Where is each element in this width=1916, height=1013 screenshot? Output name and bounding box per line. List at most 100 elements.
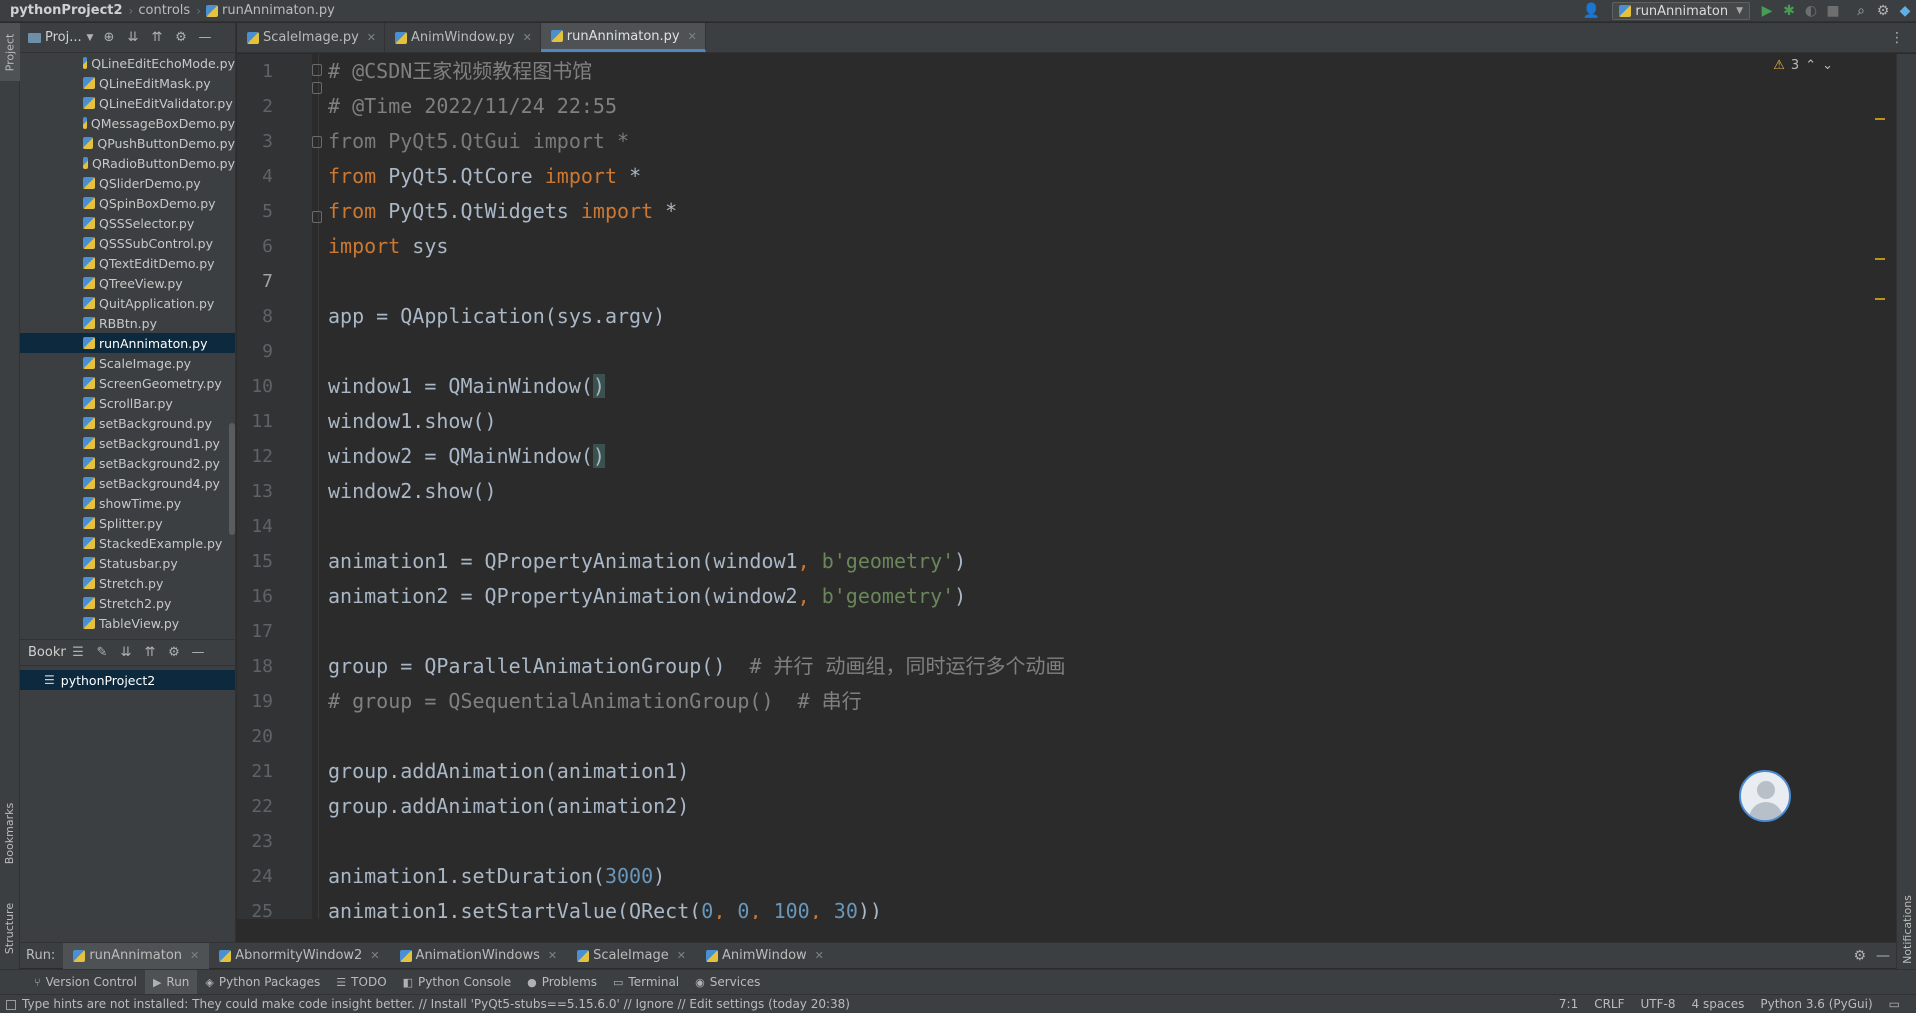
hide-icon[interactable]: — xyxy=(186,645,210,660)
caret-position[interactable]: 7:1 xyxy=(1559,997,1578,1011)
file-tree-item[interactable]: QLineEditValidator.py xyxy=(20,93,235,113)
terminal-button[interactable]: ▭ Terminal xyxy=(605,970,687,995)
close-icon[interactable]: ✕ xyxy=(523,31,532,44)
file-encoding[interactable]: UTF-8 xyxy=(1641,997,1676,1011)
file-tree-item[interactable]: QMessageBoxDemo.py xyxy=(20,113,235,133)
project-tool-button[interactable]: Project xyxy=(0,23,20,81)
indent-setting[interactable]: 4 spaces xyxy=(1692,997,1745,1011)
fold-marker-icon[interactable] xyxy=(312,136,322,148)
file-tree-item[interactable]: QTreeView.py xyxy=(20,273,235,293)
run-button[interactable]: ▶ Run xyxy=(144,969,198,995)
chevron-down-icon[interactable]: ⌄ xyxy=(1822,58,1833,73)
file-tree-item[interactable]: Stretch2.py xyxy=(20,593,235,613)
dropdown-icon[interactable]: ▼ xyxy=(83,33,97,43)
file-tree-item[interactable]: setBackground.py xyxy=(20,413,235,433)
run-configuration-select[interactable]: runAnnimaton ▼ xyxy=(1612,2,1750,20)
add-bookmark-icon[interactable]: ☰ xyxy=(66,645,90,660)
file-tree-item[interactable]: QSliderDemo.py xyxy=(20,173,235,193)
file-tree-item[interactable]: setBackground4.py xyxy=(20,473,235,493)
run-tab[interactable]: AbnormityWindow2 ✕ xyxy=(209,943,389,969)
tab-animwindow[interactable]: AnimWindow.py ✕ xyxy=(385,23,541,52)
close-icon[interactable]: ✕ xyxy=(548,949,557,962)
problems-button[interactable]: ● Problems xyxy=(519,970,605,995)
gear-icon[interactable]: ⚙ xyxy=(1853,948,1866,964)
run-tab[interactable]: AnimWindow ✕ xyxy=(696,943,834,969)
line-separator[interactable]: CRLF xyxy=(1594,997,1624,1011)
bookmark-item[interactable]: ☰ pythonProject2 xyxy=(20,670,235,690)
warning-marker[interactable] xyxy=(1875,118,1885,120)
file-tree-item[interactable]: ScrollBar.py xyxy=(20,393,235,413)
close-icon[interactable]: ✕ xyxy=(190,949,199,962)
file-tree-item[interactable]: setBackground2.py xyxy=(20,453,235,473)
edit-icon[interactable]: ✎ xyxy=(90,645,114,660)
run-tab[interactable]: AnimationWindows ✕ xyxy=(390,943,568,969)
fold-marker-icon[interactable] xyxy=(312,82,322,94)
user-icon[interactable]: 👤 xyxy=(1576,0,1606,22)
gear-icon[interactable]: ⚙ xyxy=(1872,0,1894,22)
file-tree-item[interactable]: QLineEditEchoMode.py xyxy=(20,53,235,73)
close-icon[interactable]: ✕ xyxy=(688,30,697,43)
avatar[interactable] xyxy=(1739,770,1791,822)
project-panel-title[interactable]: Proj... xyxy=(45,30,83,45)
close-icon[interactable]: ✕ xyxy=(677,949,686,962)
more-options-icon[interactable]: ⋮ xyxy=(1890,30,1904,46)
gear-icon[interactable]: ⚙ xyxy=(169,30,193,45)
services-button[interactable]: ◉ Services xyxy=(687,970,768,995)
expand-all-icon[interactable]: ⇊ xyxy=(114,645,138,660)
collapse-all-icon[interactable]: ⇈ xyxy=(145,30,169,45)
status-message[interactable]: Type hints are not installed: They could… xyxy=(0,997,850,1011)
structure-tool-button[interactable]: Structure xyxy=(0,893,20,963)
python-console-button[interactable]: ◧ Python Console xyxy=(395,970,519,995)
fold-marker-icon[interactable] xyxy=(312,64,322,76)
file-tree-item[interactable]: Stretch.py xyxy=(20,573,235,593)
file-tree-item[interactable]: QSSSelector.py xyxy=(20,213,235,233)
file-tree-item[interactable]: Splitter.py xyxy=(20,513,235,533)
file-tree-item[interactable]: showTime.py xyxy=(20,493,235,513)
hide-icon[interactable]: — xyxy=(193,30,217,45)
status-toggle-icon[interactable] xyxy=(6,999,16,1010)
warning-marker[interactable] xyxy=(1875,258,1885,260)
inspection-widget[interactable]: ⚠ 3 ⌃ ⌄ xyxy=(1773,58,1833,73)
fold-marker-icon[interactable] xyxy=(312,211,322,223)
file-tree-item[interactable]: QPushButtonDemo.py xyxy=(20,133,235,153)
file-tree-item[interactable]: StackedExample.py xyxy=(20,533,235,553)
file-tree-item[interactable]: Statusbar.py xyxy=(20,553,235,573)
file-tree-item[interactable]: RBBtn.py xyxy=(20,313,235,333)
hide-icon[interactable]: — xyxy=(1876,948,1890,964)
file-tree-item[interactable]: QLineEditMask.py xyxy=(20,73,235,93)
python-interpreter[interactable]: Python 3.6 (PyGui) xyxy=(1760,997,1872,1011)
close-icon[interactable]: ✕ xyxy=(370,949,379,962)
close-icon[interactable]: ✕ xyxy=(815,949,824,962)
search-icon[interactable]: ⌕ xyxy=(1850,0,1872,22)
coverage-icon[interactable]: ◐ xyxy=(1800,0,1822,22)
file-tree-item[interactable]: QRadioButtonDemo.py xyxy=(20,153,235,173)
error-stripe[interactable] xyxy=(1873,54,1885,919)
file-tree-item[interactable]: ScaleImage.py xyxy=(20,353,235,373)
file-tree-item[interactable]: QSpinBoxDemo.py xyxy=(20,193,235,213)
locate-icon[interactable]: ⊕ xyxy=(97,30,121,45)
file-tree-item[interactable]: QuitApplication.py xyxy=(20,293,235,313)
close-icon[interactable]: ✕ xyxy=(367,31,376,44)
tab-runannimaton[interactable]: runAnnimaton.py ✕ xyxy=(540,23,706,52)
breadcrumb-folder[interactable]: controls xyxy=(138,3,190,18)
debug-icon[interactable]: ✱ xyxy=(1778,0,1800,22)
stop-icon[interactable]: ■ xyxy=(1822,0,1844,22)
todo-button[interactable]: ☰ TODO xyxy=(328,970,394,995)
file-tree-item[interactable]: setBackground1.py xyxy=(20,433,235,453)
expand-all-icon[interactable]: ⇊ xyxy=(121,30,145,45)
file-tree-item[interactable]: QTextEditDemo.py xyxy=(20,253,235,273)
run-icon[interactable]: ▶ xyxy=(1756,0,1778,22)
chevron-up-icon[interactable]: ⌃ xyxy=(1805,58,1816,73)
file-tree-item[interactable]: QSSSubControl.py xyxy=(20,233,235,253)
bookmarks-panel-title[interactable]: Bookm xyxy=(28,645,66,660)
tab-scaleimage[interactable]: ScaleImage.py ✕ xyxy=(237,23,385,52)
scrollbar-thumb[interactable] xyxy=(229,423,235,535)
bookmarks-tool-button[interactable]: Bookmarks xyxy=(0,791,20,875)
plugin-icon[interactable]: ◆ xyxy=(1894,0,1916,22)
gear-icon[interactable]: ⚙ xyxy=(162,645,186,660)
run-tab[interactable]: ScaleImage ✕ xyxy=(567,943,696,969)
notifications-tool-button[interactable]: Notifications xyxy=(1897,874,1916,984)
run-tab[interactable]: runAnnimaton ✕ xyxy=(63,942,210,969)
version-control-button[interactable]: ⑂ Version Control xyxy=(26,970,145,995)
warning-marker[interactable] xyxy=(1875,298,1885,300)
